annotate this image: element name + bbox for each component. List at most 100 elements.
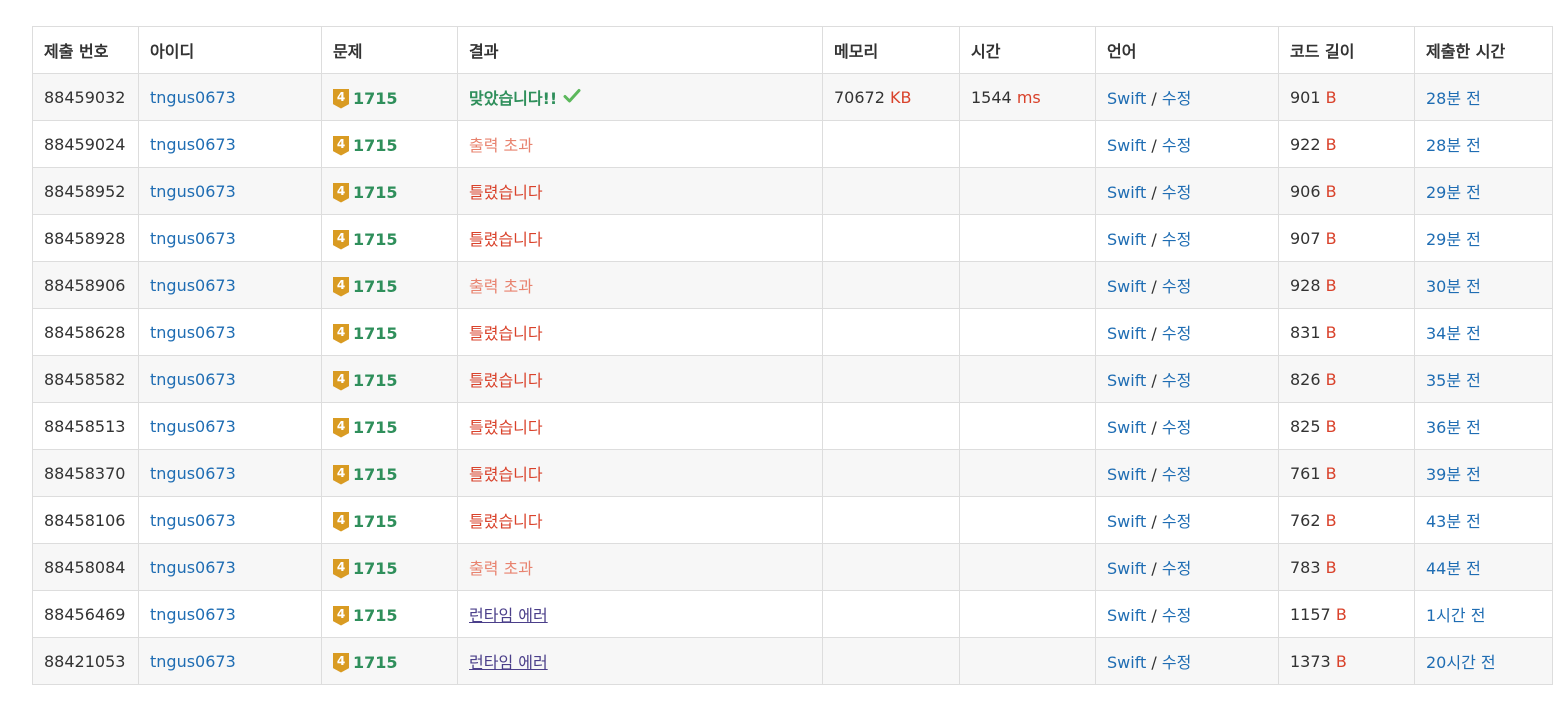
- cell-language: Swift / 수정: [1095, 214, 1279, 262]
- cell-submitted-time: 28분 전: [1414, 120, 1553, 168]
- code-length-value: 922: [1290, 134, 1321, 154]
- edit-link[interactable]: 수정: [1162, 89, 1191, 108]
- user-link[interactable]: tngus0673: [150, 652, 236, 671]
- problem-link[interactable]: 4 1715: [333, 88, 398, 109]
- user-link[interactable]: tngus0673: [150, 229, 236, 248]
- language-link[interactable]: Swift: [1107, 606, 1146, 625]
- cell-submitted-time: 20시간 전: [1414, 637, 1553, 685]
- edit-link[interactable]: 수정: [1162, 371, 1191, 390]
- user-link[interactable]: tngus0673: [150, 464, 236, 483]
- tier-badge-icon: 4: [333, 652, 349, 673]
- language-separator: /: [1146, 559, 1162, 578]
- edit-link[interactable]: 수정: [1162, 136, 1191, 155]
- language-link[interactable]: Swift: [1107, 371, 1146, 390]
- code-length-value: 831: [1290, 322, 1321, 342]
- language-link[interactable]: Swift: [1107, 277, 1146, 296]
- submitted-time-link[interactable]: 28분 전: [1426, 89, 1481, 108]
- user-link[interactable]: tngus0673: [150, 323, 236, 342]
- user-link[interactable]: tngus0673: [150, 135, 236, 154]
- language-link[interactable]: Swift: [1107, 465, 1146, 484]
- cell-result: 출력 초과: [457, 120, 823, 168]
- problem-link[interactable]: 4 1715: [333, 558, 398, 579]
- edit-link[interactable]: 수정: [1162, 606, 1191, 625]
- user-link[interactable]: tngus0673: [150, 182, 236, 201]
- problem-link[interactable]: 4 1715: [333, 511, 398, 532]
- language-link[interactable]: Swift: [1107, 418, 1146, 437]
- problem-link[interactable]: 4 1715: [333, 182, 398, 203]
- code-length-unit: B: [1325, 557, 1337, 577]
- problem-id: 1715: [353, 465, 398, 484]
- code-length-value: 783: [1290, 557, 1321, 577]
- edit-link[interactable]: 수정: [1162, 418, 1191, 437]
- submitted-time-link[interactable]: 34분 전: [1426, 324, 1481, 343]
- user-link[interactable]: tngus0673: [150, 88, 236, 107]
- submitted-time-link[interactable]: 30분 전: [1426, 277, 1481, 296]
- user-link[interactable]: tngus0673: [150, 558, 236, 577]
- cell-user-id: tngus0673: [138, 214, 322, 262]
- language-link[interactable]: Swift: [1107, 512, 1146, 531]
- language-link[interactable]: Swift: [1107, 230, 1146, 249]
- problem-link[interactable]: 4 1715: [333, 652, 398, 673]
- submitted-time-link[interactable]: 29분 전: [1426, 230, 1481, 249]
- problem-link[interactable]: 4 1715: [333, 323, 398, 344]
- cell-result: 출력 초과: [457, 543, 823, 591]
- problem-link[interactable]: 4 1715: [333, 276, 398, 297]
- header-problem: 문제: [321, 26, 458, 74]
- code-length-value: 906: [1290, 181, 1321, 201]
- user-link[interactable]: tngus0673: [150, 370, 236, 389]
- result-wrong-answer: 틀렸습니다: [469, 418, 543, 437]
- problem-link[interactable]: 4 1715: [333, 370, 398, 391]
- language-separator: /: [1146, 89, 1162, 108]
- edit-link[interactable]: 수정: [1162, 183, 1191, 202]
- header-submitted-time: 제출한 시간: [1414, 26, 1553, 74]
- code-length-value: 907: [1290, 228, 1321, 248]
- problem-link[interactable]: 4 1715: [333, 417, 398, 438]
- problem-id: 1715: [353, 512, 398, 531]
- result-runtime-error-link[interactable]: 런타임 에러: [469, 606, 548, 625]
- cell-memory: [822, 590, 960, 638]
- submitted-time-link[interactable]: 29분 전: [1426, 183, 1481, 202]
- edit-link[interactable]: 수정: [1162, 465, 1191, 484]
- submitted-time-link[interactable]: 44분 전: [1426, 559, 1481, 578]
- submitted-time-link[interactable]: 36분 전: [1426, 418, 1481, 437]
- cell-user-id: tngus0673: [138, 637, 322, 685]
- cell-code-length: 783 B: [1278, 543, 1415, 591]
- user-link[interactable]: tngus0673: [150, 276, 236, 295]
- problem-link[interactable]: 4 1715: [333, 229, 398, 250]
- result-runtime-error-link[interactable]: 런타임 에러: [469, 653, 548, 672]
- edit-link[interactable]: 수정: [1162, 653, 1191, 672]
- language-link[interactable]: Swift: [1107, 136, 1146, 155]
- problem-id: 1715: [353, 371, 398, 390]
- tier-badge-icon: 4: [333, 370, 349, 391]
- language-link[interactable]: Swift: [1107, 183, 1146, 202]
- submitted-time-link[interactable]: 20시간 전: [1426, 653, 1496, 672]
- cell-submit-id: 88458370: [32, 449, 139, 497]
- submitted-time-link[interactable]: 1시간 전: [1426, 606, 1485, 625]
- code-length-value: 1157: [1290, 604, 1331, 624]
- cell-submit-id: 88421053: [32, 637, 139, 685]
- problem-link[interactable]: 4 1715: [333, 135, 398, 156]
- submitted-time-link[interactable]: 35분 전: [1426, 371, 1481, 390]
- language-link[interactable]: Swift: [1107, 559, 1146, 578]
- submitted-time-link[interactable]: 28분 전: [1426, 136, 1481, 155]
- language-link[interactable]: Swift: [1107, 89, 1146, 108]
- problem-link[interactable]: 4 1715: [333, 464, 398, 485]
- edit-link[interactable]: 수정: [1162, 559, 1191, 578]
- language-link[interactable]: Swift: [1107, 653, 1146, 672]
- cell-submit-id: 88459032: [32, 73, 139, 121]
- problem-id: 1715: [353, 324, 398, 343]
- edit-link[interactable]: 수정: [1162, 277, 1191, 296]
- language-link[interactable]: Swift: [1107, 324, 1146, 343]
- edit-link[interactable]: 수정: [1162, 230, 1191, 249]
- user-link[interactable]: tngus0673: [150, 605, 236, 624]
- submitted-time-link[interactable]: 39분 전: [1426, 465, 1481, 484]
- problem-link[interactable]: 4 1715: [333, 605, 398, 626]
- submitted-time-link[interactable]: 43분 전: [1426, 512, 1481, 531]
- user-link[interactable]: tngus0673: [150, 417, 236, 436]
- edit-link[interactable]: 수정: [1162, 512, 1191, 531]
- cell-memory: [822, 449, 960, 497]
- edit-link[interactable]: 수정: [1162, 324, 1191, 343]
- cell-language: Swift / 수정: [1095, 73, 1279, 121]
- cell-time: [959, 637, 1096, 685]
- user-link[interactable]: tngus0673: [150, 511, 236, 530]
